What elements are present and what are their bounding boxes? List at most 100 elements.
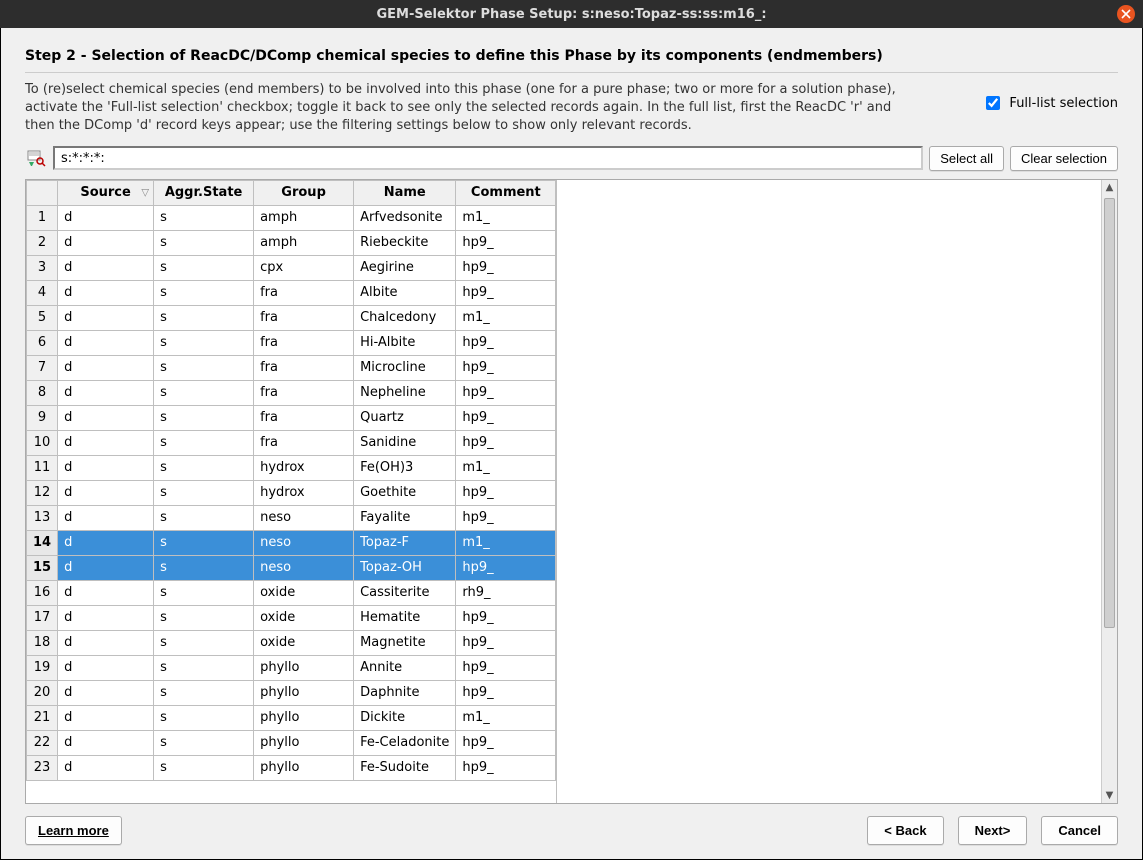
back-button[interactable]: < Back bbox=[867, 816, 943, 845]
table-row[interactable]: 18dsoxideMagnetitehp9_ bbox=[27, 630, 556, 655]
scroll-down-icon[interactable]: ▼ bbox=[1102, 787, 1117, 803]
cell-group[interactable]: phyllo bbox=[254, 655, 354, 680]
scroll-up-icon[interactable]: ▲ bbox=[1102, 180, 1117, 196]
select-all-button[interactable]: Select all bbox=[929, 146, 1004, 171]
cell-source[interactable]: d bbox=[58, 405, 154, 430]
col-aggr[interactable]: Aggr.State bbox=[154, 180, 254, 205]
cell-group[interactable]: oxide bbox=[254, 580, 354, 605]
table-row[interactable]: 21dsphylloDickitem1_ bbox=[27, 705, 556, 730]
cell-source[interactable]: d bbox=[58, 755, 154, 780]
table-row[interactable]: 7dsfraMicroclinehp9_ bbox=[27, 355, 556, 380]
cell-comment[interactable]: hp9_ bbox=[456, 380, 556, 405]
cell-aggr[interactable]: s bbox=[154, 580, 254, 605]
cell-aggr[interactable]: s bbox=[154, 255, 254, 280]
cell-comment[interactable]: hp9_ bbox=[456, 555, 556, 580]
cell-aggr[interactable]: s bbox=[154, 630, 254, 655]
cell-aggr[interactable]: s bbox=[154, 405, 254, 430]
cell-source[interactable]: d bbox=[58, 705, 154, 730]
col-name[interactable]: Name bbox=[354, 180, 456, 205]
cell-comment[interactable]: hp9_ bbox=[456, 330, 556, 355]
cell-comment[interactable]: hp9_ bbox=[456, 680, 556, 705]
cell-aggr[interactable]: s bbox=[154, 680, 254, 705]
table-row[interactable]: 14dsnesoTopaz-Fm1_ bbox=[27, 530, 556, 555]
table-row[interactable]: 13dsnesoFayalitehp9_ bbox=[27, 505, 556, 530]
cell-comment[interactable]: hp9_ bbox=[456, 430, 556, 455]
cell-name[interactable]: Quartz bbox=[354, 405, 456, 430]
cell-comment[interactable]: hp9_ bbox=[456, 755, 556, 780]
cell-name[interactable]: Cassiterite bbox=[354, 580, 456, 605]
cell-group[interactable]: phyllo bbox=[254, 705, 354, 730]
cell-name[interactable]: Topaz-F bbox=[354, 530, 456, 555]
cell-source[interactable]: d bbox=[58, 305, 154, 330]
cell-name[interactable]: Arfvedsonite bbox=[354, 205, 456, 230]
cell-source[interactable]: d bbox=[58, 355, 154, 380]
table-row[interactable]: 3dscpxAegirinehp9_ bbox=[27, 255, 556, 280]
next-button[interactable]: Next> bbox=[958, 816, 1028, 845]
cell-name[interactable]: Nepheline bbox=[354, 380, 456, 405]
cell-source[interactable]: d bbox=[58, 205, 154, 230]
cell-group[interactable]: neso bbox=[254, 505, 354, 530]
cell-name[interactable]: Hi-Albite bbox=[354, 330, 456, 355]
table-row[interactable]: 1dsamphArfvedsonitem1_ bbox=[27, 205, 556, 230]
table-row[interactable]: 15dsnesoTopaz-OHhp9_ bbox=[27, 555, 556, 580]
cell-group[interactable]: oxide bbox=[254, 630, 354, 655]
cell-source[interactable]: d bbox=[58, 530, 154, 555]
clear-selection-button[interactable]: Clear selection bbox=[1010, 146, 1118, 171]
cell-group[interactable]: phyllo bbox=[254, 680, 354, 705]
cell-comment[interactable]: m1_ bbox=[456, 305, 556, 330]
cell-source[interactable]: d bbox=[58, 380, 154, 405]
cell-source[interactable]: d bbox=[58, 230, 154, 255]
table-row[interactable]: 8dsfraNephelinehp9_ bbox=[27, 380, 556, 405]
cell-source[interactable]: d bbox=[58, 580, 154, 605]
table-row[interactable]: 4dsfraAlbitehp9_ bbox=[27, 280, 556, 305]
cell-comment[interactable]: m1_ bbox=[456, 455, 556, 480]
table-row[interactable]: 16dsoxideCassiteriterh9_ bbox=[27, 580, 556, 605]
cell-group[interactable]: neso bbox=[254, 555, 354, 580]
cell-name[interactable]: Hematite bbox=[354, 605, 456, 630]
cell-group[interactable]: fra bbox=[254, 330, 354, 355]
cell-name[interactable]: Fe-Celadonite bbox=[354, 730, 456, 755]
cell-group[interactable]: amph bbox=[254, 230, 354, 255]
cell-source[interactable]: d bbox=[58, 255, 154, 280]
cell-name[interactable]: Dickite bbox=[354, 705, 456, 730]
cell-group[interactable]: cpx bbox=[254, 255, 354, 280]
cell-source[interactable]: d bbox=[58, 680, 154, 705]
cell-aggr[interactable]: s bbox=[154, 205, 254, 230]
cell-aggr[interactable]: s bbox=[154, 730, 254, 755]
cell-name[interactable]: Daphnite bbox=[354, 680, 456, 705]
cell-aggr[interactable]: s bbox=[154, 655, 254, 680]
cell-comment[interactable]: hp9_ bbox=[456, 605, 556, 630]
cell-source[interactable]: d bbox=[58, 505, 154, 530]
cell-group[interactable]: fra bbox=[254, 305, 354, 330]
cell-aggr[interactable]: s bbox=[154, 280, 254, 305]
cell-aggr[interactable]: s bbox=[154, 330, 254, 355]
cell-comment[interactable]: hp9_ bbox=[456, 355, 556, 380]
cell-aggr[interactable]: s bbox=[154, 555, 254, 580]
cell-comment[interactable]: m1_ bbox=[456, 205, 556, 230]
cell-source[interactable]: d bbox=[58, 330, 154, 355]
cell-name[interactable]: Topaz-OH bbox=[354, 555, 456, 580]
cell-name[interactable]: Fe-Sudoite bbox=[354, 755, 456, 780]
cell-group[interactable]: hydrox bbox=[254, 480, 354, 505]
cell-comment[interactable]: hp9_ bbox=[456, 230, 556, 255]
cell-group[interactable]: phyllo bbox=[254, 755, 354, 780]
cell-comment[interactable]: m1_ bbox=[456, 705, 556, 730]
cell-group[interactable]: oxide bbox=[254, 605, 354, 630]
cell-group[interactable]: neso bbox=[254, 530, 354, 555]
cell-comment[interactable]: hp9_ bbox=[456, 280, 556, 305]
cell-name[interactable]: Magnetite bbox=[354, 630, 456, 655]
cell-name[interactable]: Sanidine bbox=[354, 430, 456, 455]
table-row[interactable]: 11dshydroxFe(OH)3m1_ bbox=[27, 455, 556, 480]
cell-comment[interactable]: m1_ bbox=[456, 530, 556, 555]
cell-group[interactable]: phyllo bbox=[254, 730, 354, 755]
cell-aggr[interactable]: s bbox=[154, 530, 254, 555]
col-source[interactable]: Source▽ bbox=[58, 180, 154, 205]
col-comment[interactable]: Comment bbox=[456, 180, 556, 205]
table-row[interactable]: 17dsoxideHematitehp9_ bbox=[27, 605, 556, 630]
cell-aggr[interactable]: s bbox=[154, 605, 254, 630]
cell-group[interactable]: fra bbox=[254, 430, 354, 455]
table-row[interactable]: 6dsfraHi-Albitehp9_ bbox=[27, 330, 556, 355]
cell-aggr[interactable]: s bbox=[154, 430, 254, 455]
cell-group[interactable]: fra bbox=[254, 380, 354, 405]
table-row[interactable]: 19dsphylloAnnitehp9_ bbox=[27, 655, 556, 680]
